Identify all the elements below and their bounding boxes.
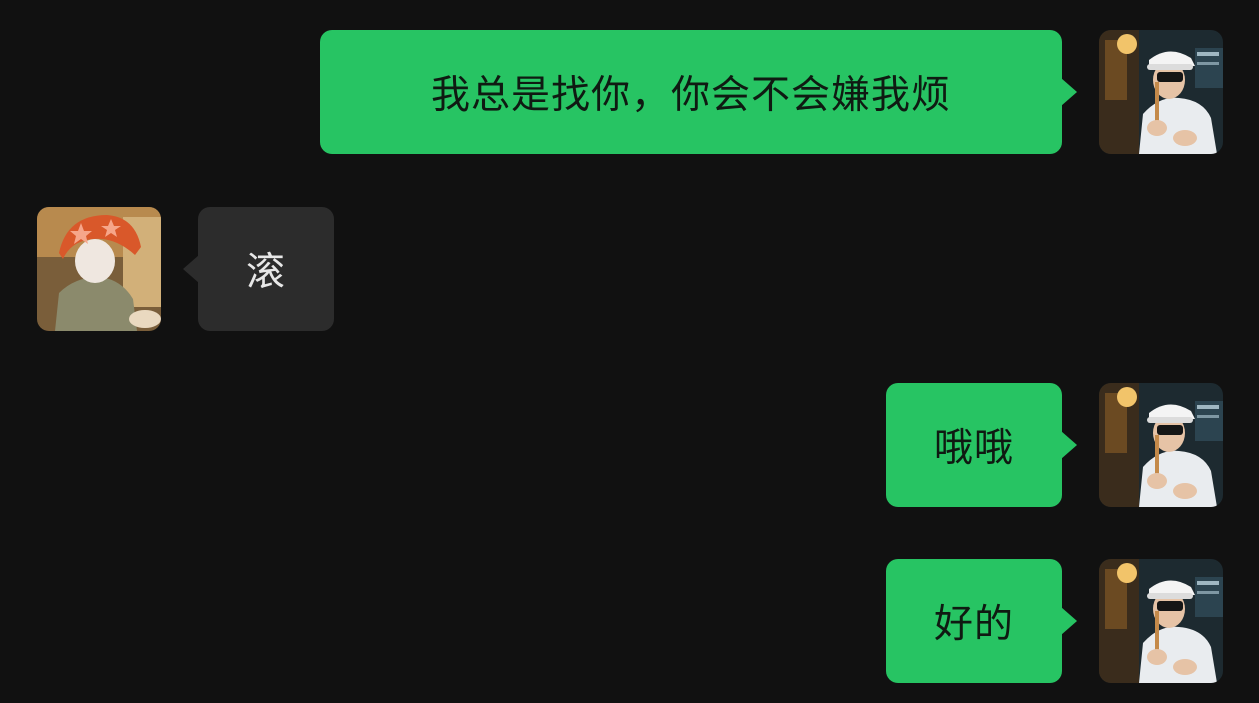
message-bubble-outgoing[interactable]: 我总是找你，你会不会嫌我烦 — [320, 30, 1077, 154]
message-bubble-incoming[interactable]: 滚 — [183, 207, 334, 331]
message-text: 好的 — [933, 602, 1014, 647]
message-text: 我总是找你，你会不会嫌我烦 — [430, 73, 951, 118]
message-text: 哦哦 — [933, 426, 1014, 471]
message-bubble-outgoing[interactable]: 哦哦 — [886, 383, 1077, 507]
message-bubble-outgoing[interactable]: 好的 — [886, 559, 1077, 683]
avatar-me[interactable] — [1099, 30, 1223, 154]
message-text: 滚 — [245, 250, 286, 295]
avatar-me[interactable] — [1099, 383, 1223, 507]
avatar-other[interactable] — [37, 207, 161, 331]
avatar-me[interactable] — [1099, 559, 1223, 683]
